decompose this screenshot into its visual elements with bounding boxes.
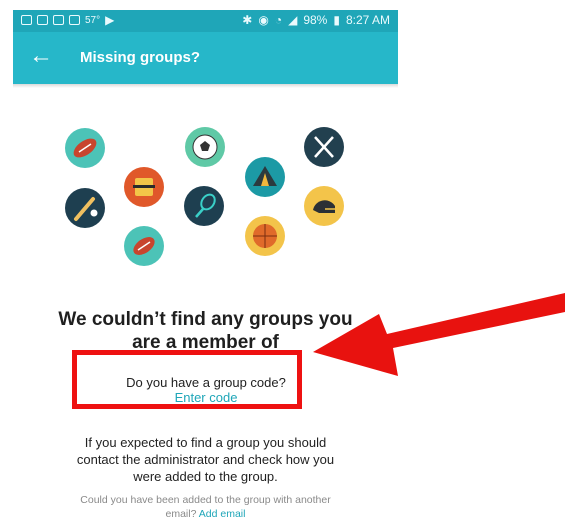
info-text: If you expected to find a group you shou… <box>13 434 398 485</box>
no-groups-headline: We couldn’t find any groups you are a me… <box>13 308 398 354</box>
info-line-2: contact the administrator and check how … <box>76 452 335 467</box>
phone-screen: 57° ▶ ✱ ◉ ◔ ◢ 98% ▮ 8:27 AM ← Missing gr… <box>13 10 398 522</box>
info-line-1: If you expected to find a group you shou… <box>84 435 327 450</box>
info-line-3: were added to the group. <box>133 469 278 484</box>
add-email-link[interactable]: Add email <box>199 508 246 520</box>
tennis-racket-icon <box>184 186 224 226</box>
email-prompt-line-1: Could you have been added to the group w… <box>80 494 331 506</box>
headline-line-1: We couldn’t find any groups you <box>58 309 353 330</box>
football-helmet-icon <box>304 186 344 226</box>
football-icon <box>65 128 105 168</box>
annotation-highlight-box <box>72 350 302 409</box>
sports-illustration <box>65 127 344 266</box>
karate-icon <box>124 167 164 207</box>
email-prompt-question: email? <box>165 508 197 520</box>
basketball-icon <box>245 216 285 256</box>
baseball-bat-icon <box>65 188 105 228</box>
camping-tent-icon <box>245 157 285 197</box>
rugby-ball-icon <box>124 226 164 266</box>
soccer-ball-icon <box>185 127 225 167</box>
email-prompt: Could you have been added to the group w… <box>13 493 398 521</box>
hockey-sticks-icon <box>304 127 344 167</box>
